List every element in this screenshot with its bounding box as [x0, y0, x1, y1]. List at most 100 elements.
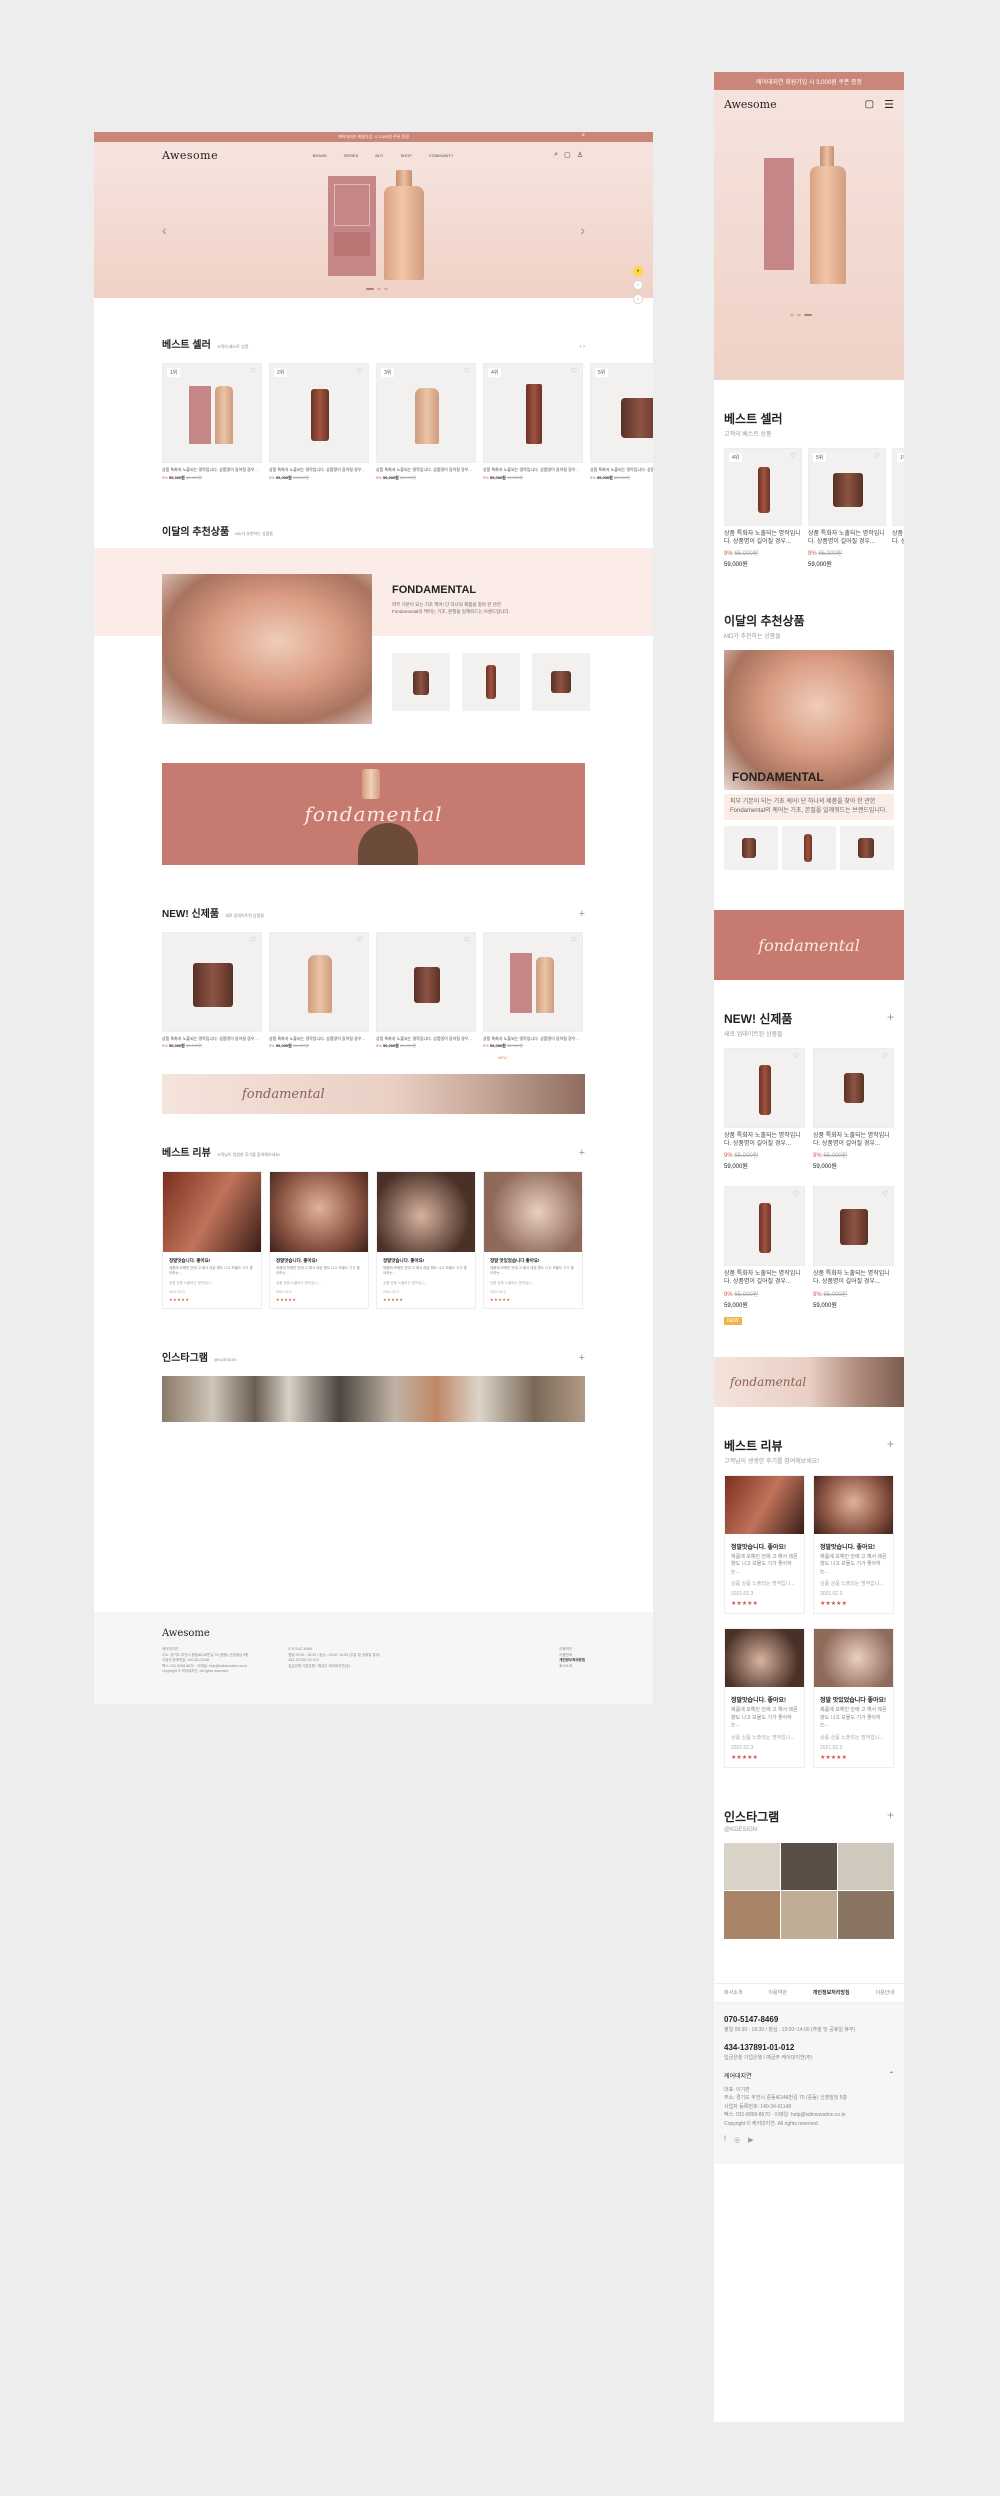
facebook-icon[interactable]: f — [724, 2136, 726, 2144]
nav-series[interactable]: SERIES — [344, 153, 359, 158]
floating-buttons: ● ↑ ↓ — [633, 266, 643, 304]
bag-icon[interactable]: ▢ — [865, 99, 874, 110]
heart-icon[interactable]: ♡ — [357, 936, 363, 944]
product-card[interactable]: 3위 ♡ 상품 특화자 노출되는 명작입니다. 상품명이 길어질 경우... 9%… — [376, 363, 476, 481]
instagram-grid[interactable] — [724, 1842, 894, 1939]
logo[interactable]: Awesome — [162, 149, 218, 162]
product-thumb[interactable] — [840, 826, 894, 871]
heart-icon[interactable]: ♡ — [464, 367, 470, 375]
user-icon[interactable]: ♙ — [577, 151, 583, 159]
heart-icon[interactable]: ♡ — [571, 936, 577, 944]
chevron-up-icon: ⌃ — [888, 2071, 894, 2078]
product-card[interactable]: ♡ 상품 특화자 노출되는 명작입니다. 상품명이 길어질 경우... 9% 5… — [269, 931, 369, 1050]
plus-icon[interactable]: + — [887, 1010, 894, 1024]
chat-icon[interactable]: ● — [633, 266, 643, 276]
review-card[interactable]: 정말맛습니다. 좋아요! 제품에 보헤민 안에 고 해서 레몬 향도 나고 보물도… — [724, 1628, 805, 1768]
product-card[interactable]: 4위 ♡ 상품 특화자 노출되는 명작입니다. 상품명이 길어질 경우... 9%… — [483, 363, 583, 481]
slider-dots[interactable] — [366, 288, 388, 290]
product-card[interactable]: 4위 ♡ 상품 특화자 노출되는 명작입니다. 상품명이 길어질 경우... 9%… — [724, 448, 802, 568]
strip-text: fondamental — [242, 1086, 325, 1102]
review-card[interactable]: 정말맛습니다. 좋아요! 제품에 보헤민 안에 고 해서 레몬 향도 나고 보물도… — [813, 1474, 894, 1615]
next-arrow-icon[interactable]: › — [580, 222, 585, 238]
plus-icon[interactable]: + — [579, 908, 585, 920]
product-card[interactable]: ♡ 상품 특화자 노출되는 명작입니다. 상품명이 길어질 경우... 9% 6… — [724, 1048, 805, 1170]
footer: Awesome 케어대지연 주소: 경기도 부천시 중동로248번길 75 (중… — [94, 1612, 653, 1704]
nav-shop[interactable]: SHOP — [401, 153, 412, 158]
review-card[interactable]: 정말 맛있었습니다 좋아요! 제품에 보헤민 안에 고 해서 레몬 향도 나고 보… — [483, 1171, 583, 1309]
product-thumb[interactable] — [724, 826, 778, 871]
product-card[interactable]: ♡ 상품 특화자 노출되는 명작입니다. 상품명이 길어질 경우... 9% 6… — [813, 1048, 894, 1170]
brand-desc: 피부 기본이 되는 기초 케어! 단 하나의 제품을 찾아 한 관한 Fonda… — [392, 601, 510, 614]
product-thumb[interactable] — [462, 652, 520, 711]
brand-name: FONDAMENTAL — [732, 770, 824, 785]
new-products-section: NEW! 신제품 새로 업데이트된 상품들 + — [724, 1010, 894, 1039]
instagram-section: 인스타그램 @KDESIGN + — [724, 1807, 894, 1833]
brand-banner[interactable]: fondamental — [162, 762, 585, 865]
plus-icon[interactable]: + — [579, 1147, 585, 1159]
product-card[interactable]: ♡ 상품 특화자 노출되는 명작입니다. 상품명이 길어질 경우... 9% 6… — [813, 1186, 894, 1326]
company-toggle[interactable]: 케어대지연 ⌃ — [724, 2071, 894, 2080]
carousel-arrows[interactable]: ‹ › — [579, 344, 585, 350]
product-card[interactable]: 1위 상품 특화자 노출되는 명작입니다. 상품명이 길어질 경우... — [892, 448, 904, 568]
product-card[interactable]: 2위 ♡ 상품 특화자 노출되는 명작입니다. 상품명이 길어질 경우... 9%… — [269, 363, 369, 481]
brand-name: FONDAMENTAL — [392, 583, 477, 596]
plus-icon[interactable]: + — [887, 1437, 894, 1451]
instagram-strip[interactable] — [162, 1375, 585, 1422]
new-badge: NEW — [724, 1316, 742, 1325]
product-thumb[interactable] — [392, 652, 450, 711]
header: Awesome BRAND SERIES BUY SHOP COMMUNITY … — [94, 142, 653, 168]
product-card[interactable]: 1위 ♡ 상품 특화자 노출되는 명작입니다. 상품명이 길어질 경우... 9%… — [162, 363, 262, 481]
youtube-icon[interactable]: ▶ — [748, 2136, 753, 2144]
plus-icon[interactable]: + — [887, 1808, 894, 1822]
product-card[interactable]: ♡ 상품 특화자 노출되는 명작입니다. 상품명이 길어질 경우... 9% 6… — [724, 1186, 805, 1326]
plus-icon[interactable]: + — [579, 1352, 585, 1364]
best-review-section: 베스트 리뷰 고객님이 생생한 후기를 참여해보세요! + — [724, 1436, 894, 1465]
product-name: 상품 특화자 노출되는 명작입니다. 상품명이 길어질 경우... — [162, 1035, 258, 1041]
product-name: 상품 특화자 노출되는 명작입니다. 상품명이 길어질 경우... — [162, 467, 258, 472]
logo[interactable]: Awesome — [724, 98, 777, 111]
nav-community[interactable]: COMMUNITY — [429, 153, 454, 158]
scroll-top-icon[interactable]: ↑ — [633, 280, 643, 290]
product-thumb[interactable] — [532, 652, 590, 711]
heart-icon[interactable]: ♡ — [250, 367, 256, 375]
scroll-down-icon[interactable]: ↓ — [633, 294, 643, 304]
mobile-page: 케어대지연 회원가입 시 3,000원 쿠폰 증정 Awesome ▢ ☰ 베스… — [714, 72, 904, 2422]
brand-banner[interactable]: fondamental — [714, 910, 904, 981]
product-card[interactable]: ♡ 상품 특화자 노출되는 명작입니다. 상품명이 길어질 경우... 9% 5… — [483, 931, 583, 1050]
product-name: 상품 특화자 노출되는 명작입니다. 상품명이 길어질 경우... — [269, 467, 365, 472]
product-card[interactable]: 5위♡ 상품 특화자 노출되는 명작입니다. 상품명이 길어질 경우... 9%… — [808, 448, 886, 568]
recommend-section: 이달의 추천상품 MD가 추천하는 상품들 — [724, 614, 805, 641]
product-card[interactable]: ♡ 상품 특화자 노출되는 명작입니다. 상품명이 길어질 경우... 9% 5… — [376, 931, 476, 1050]
product-thumb[interactable] — [782, 826, 836, 871]
review-card[interactable]: 정말맛습니다. 좋아요! 제품에 보헤민 안에 고 해서 레몬 향도 나고 보물도… — [376, 1171, 476, 1309]
heart-icon[interactable]: ♡ — [250, 936, 256, 944]
nav-brand[interactable]: BRAND — [313, 153, 327, 158]
review-card[interactable]: 정말맛습니다. 좋아요! 제품에 보헤민 안에 고 해서 레몬 향도 나고 보물도… — [724, 1474, 805, 1615]
review-card[interactable]: 정말맛습니다. 좋아요! 제품에 보헤민 안에 고 해서 레몬 향도 나고 보물도… — [269, 1171, 369, 1309]
heart-icon[interactable]: ♡ — [571, 367, 577, 375]
product-box — [328, 176, 376, 276]
slider-dots[interactable] — [790, 314, 812, 316]
search-icon[interactable]: ⌕ — [554, 151, 558, 159]
menu-icon[interactable]: ☰ — [884, 98, 894, 111]
bag-icon[interactable]: ▢ — [564, 151, 571, 159]
mobile-footer: 070-5147-8469 평일 09:30 - 18:30 / 점심 : 13… — [714, 2002, 904, 2165]
heart-icon[interactable]: ♡ — [357, 367, 363, 375]
product-card[interactable]: ♡ 상품 특화자 노출되는 명작입니다. 상품명이 길어질 경우... 9% 5… — [162, 931, 262, 1050]
prev-arrow-icon[interactable]: ‹ — [162, 222, 167, 238]
nav-buy[interactable]: BUY — [375, 153, 383, 158]
main-nav: BRAND SERIES BUY SHOP COMMUNITY — [313, 153, 454, 158]
heart-icon[interactable]: ♡ — [464, 936, 470, 944]
section-title: 베스트 리뷰 — [162, 1148, 211, 1160]
product-card[interactable]: 5위♡ 상품 특화자 노출되는 명작입니다. 상품명이 길어질 경우... 9%… — [590, 363, 653, 481]
section-subtitle: 고객님이 생생한 후기를 참여해보세요! — [216, 1152, 281, 1158]
review-card[interactable]: 정말맛습니다. 좋아요! 제품에 보헤민 안에 고 해서 레몬 향도 나고 보물도… — [162, 1171, 262, 1309]
social-icons: f ◎ ▶ — [724, 2136, 894, 2144]
review-card[interactable]: 정말 맛있었습니다 좋아요! 제품에 보헤민 안에 고 해서 레몬 향도 나고 보… — [813, 1628, 894, 1768]
rank-badge: 2위 — [274, 368, 288, 377]
instagram-icon[interactable]: ◎ — [734, 2136, 740, 2144]
brand-desc: 피부 기본이 되는 기초 케어! 단 하나의 제품을 찾아 한 관한 Fonda… — [724, 794, 894, 821]
brand-strip-banner[interactable]: fondamental — [162, 1074, 585, 1115]
brand-strip-banner[interactable]: fondamental — [714, 1356, 904, 1407]
close-icon[interactable]: × — [581, 133, 585, 139]
